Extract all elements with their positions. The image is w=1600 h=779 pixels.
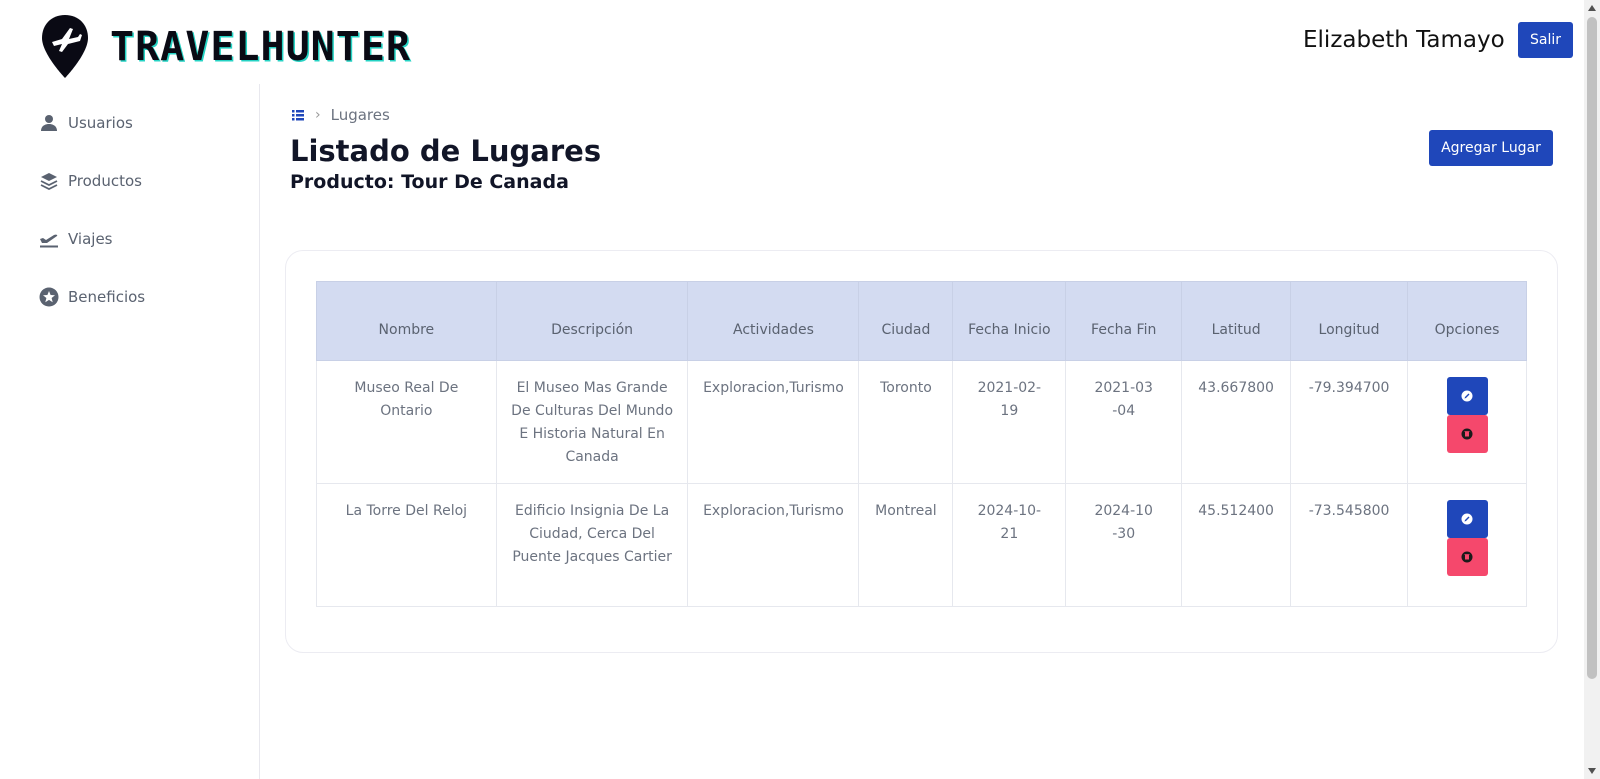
sidebar-item-label: Beneficios [68, 288, 146, 306]
cell-nombre: La Torre Del Reloj [316, 483, 497, 607]
star-circle-icon [38, 286, 60, 308]
cell-actividades: Exploracion,Turismo [687, 360, 860, 484]
column-header: Descripción [495, 281, 689, 361]
delete-button[interactable] [1446, 415, 1488, 453]
chevron-right-icon: › [315, 107, 321, 123]
top-header: TRAVELHUNTER Elizabeth Tamayo Salir [0, 0, 1584, 84]
column-header: Opciones [1407, 281, 1527, 361]
cell-opciones [1407, 360, 1527, 484]
column-header: Latitud [1181, 281, 1292, 361]
delete-button[interactable] [1446, 538, 1488, 576]
plane-departure-icon [38, 228, 60, 250]
column-header: Actividades [687, 281, 860, 361]
pencil-circle-icon [1461, 390, 1473, 402]
column-header: Fecha Fin [1065, 281, 1183, 361]
cell-opciones [1407, 483, 1527, 607]
edit-button[interactable] [1446, 377, 1488, 415]
user-name: Elizabeth Tamayo [1303, 27, 1505, 53]
edit-button[interactable] [1446, 500, 1488, 538]
cell-longitud: -73.545800 [1290, 483, 1409, 607]
brand-logo[interactable]: TRAVELHUNTER [40, 14, 411, 80]
sidebar: Usuarios Productos Viajes Beneficios [0, 84, 260, 779]
trash-circle-icon [1461, 551, 1473, 563]
column-header: Nombre [316, 281, 497, 361]
sidebar-item-viajes[interactable]: Viajes [38, 228, 113, 250]
scroll-down-arrow-icon[interactable] [1584, 763, 1600, 779]
trash-circle-icon [1461, 428, 1473, 440]
page-title: Listado de Lugares [290, 134, 602, 168]
user-icon [38, 112, 60, 134]
add-place-button[interactable]: Agregar Lugar [1429, 130, 1553, 166]
cell-descripcion: El Museo Mas Grande De Culturas Del Mund… [495, 360, 689, 484]
cell-fecha-fin: 2021-03-04 [1065, 360, 1183, 484]
table-row: Museo Real De Ontario El Museo Mas Grand… [316, 360, 1527, 484]
breadcrumb: › Lugares [291, 106, 390, 124]
sidebar-item-label: Productos [68, 172, 142, 190]
map-pin-plane-icon [42, 15, 88, 78]
brand-name: TRAVELHUNTER [110, 24, 411, 70]
table-header-row: Nombre Descripción Actividades Ciudad Fe… [316, 281, 1527, 361]
table-row: La Torre Del Reloj Edificio Insignia De … [316, 483, 1527, 607]
sidebar-item-productos[interactable]: Productos [38, 170, 142, 192]
cell-latitud: 45.512400 [1181, 483, 1292, 607]
cell-latitud: 43.667800 [1181, 360, 1292, 484]
page-subtitle: Producto: Tour De Canada [290, 171, 569, 193]
scroll-up-arrow-icon[interactable] [1584, 0, 1600, 16]
cell-nombre: Museo Real De Ontario [316, 360, 497, 484]
column-header: Longitud [1290, 281, 1409, 361]
sidebar-item-beneficios[interactable]: Beneficios [38, 286, 145, 308]
cell-ciudad: Toronto [858, 360, 954, 484]
cell-fecha-fin: 2024-10-30 [1065, 483, 1183, 607]
layers-icon [38, 170, 60, 192]
cell-actividades: Exploracion,Turismo [687, 483, 860, 607]
logout-button[interactable]: Salir [1518, 22, 1573, 58]
cell-fecha-inicio: 2021-02-19 [952, 360, 1067, 484]
column-header: Fecha Inicio [952, 281, 1067, 361]
pencil-circle-icon [1461, 513, 1473, 525]
column-header: Ciudad [858, 281, 954, 361]
vertical-scrollbar[interactable] [1584, 0, 1600, 779]
cell-longitud: -79.394700 [1290, 360, 1409, 484]
scrollbar-thumb[interactable] [1587, 17, 1597, 679]
sidebar-item-label: Usuarios [68, 114, 133, 132]
cell-ciudad: Montreal [858, 483, 954, 607]
sidebar-item-usuarios[interactable]: Usuarios [38, 112, 133, 134]
cell-fecha-inicio: 2024-10-21 [952, 483, 1067, 607]
list-icon[interactable] [291, 108, 305, 122]
breadcrumb-current: Lugares [330, 106, 390, 124]
sidebar-item-label: Viajes [68, 230, 113, 248]
places-table: Nombre Descripción Actividades Ciudad Fe… [316, 281, 1527, 607]
cell-descripcion: Edificio Insignia De La Ciudad, Cerca De… [495, 483, 689, 607]
